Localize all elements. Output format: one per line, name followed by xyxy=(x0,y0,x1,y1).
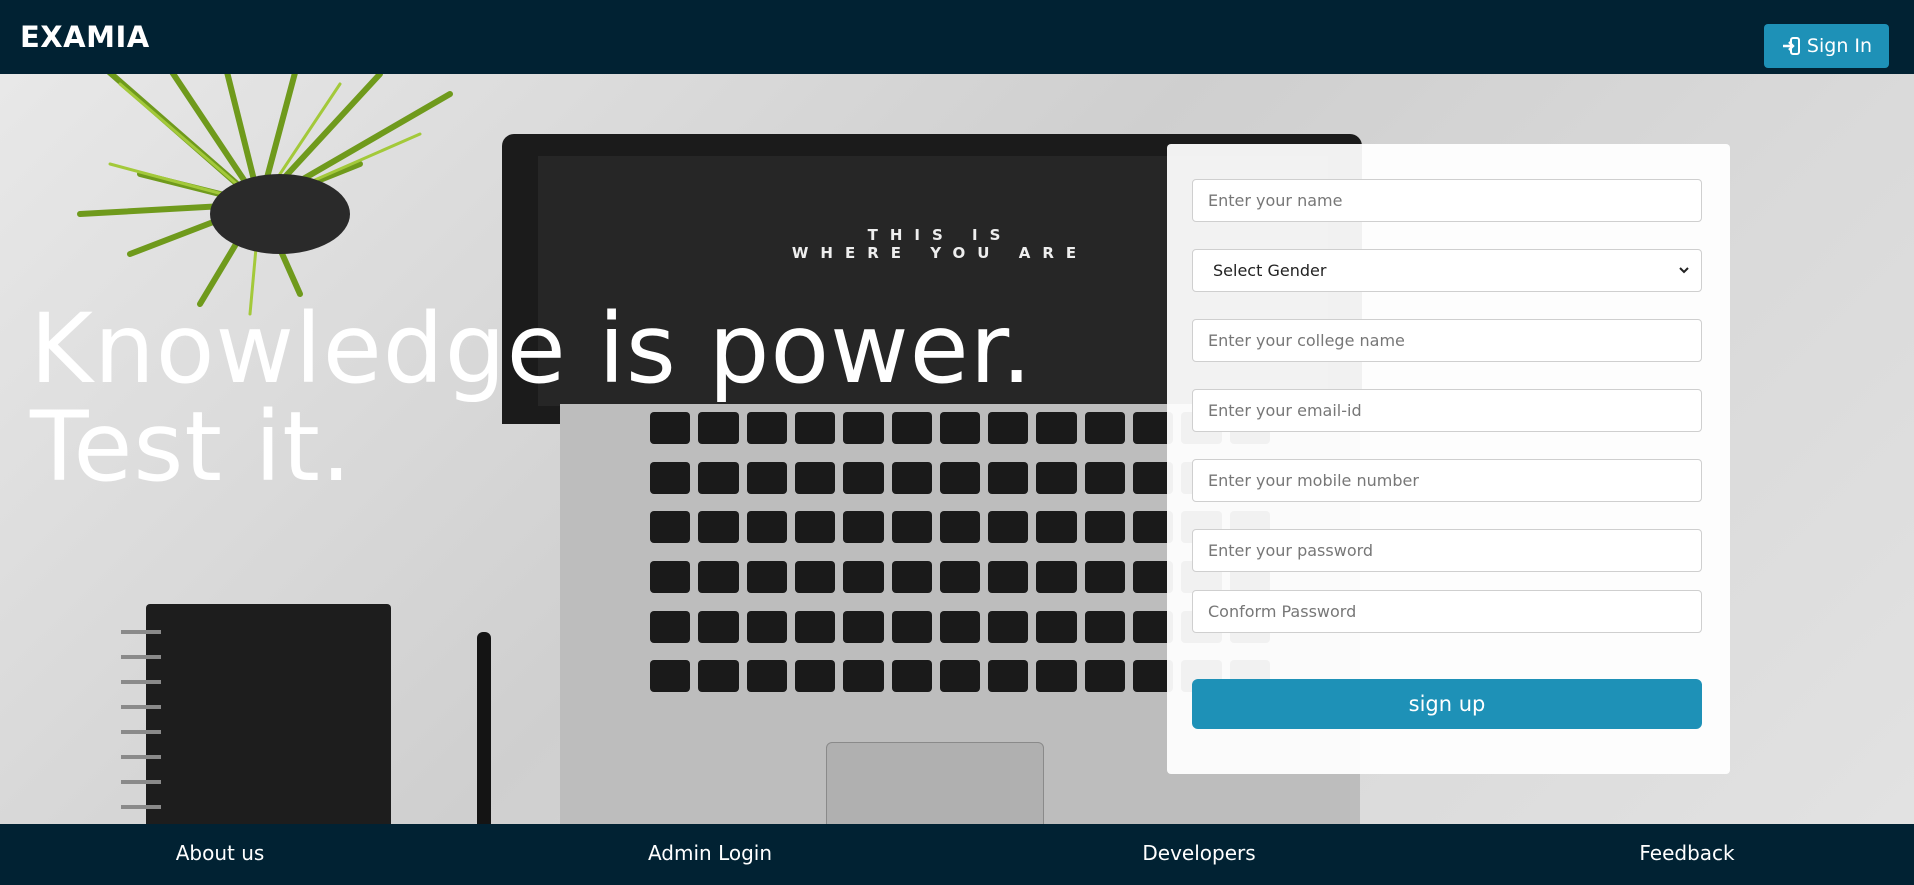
footer-link-about-us[interactable]: About us xyxy=(70,841,370,865)
gender-select-wrap: Select Gender xyxy=(1192,249,1702,292)
top-navbar: EXAMIA Sign In xyxy=(0,0,1914,74)
sign-in-icon xyxy=(1782,37,1800,55)
password-input[interactable] xyxy=(1192,529,1702,572)
headline-line1: Knowledge is power. xyxy=(30,293,1033,405)
footer-link-developers[interactable]: Developers xyxy=(1049,841,1349,865)
headline-line2: Test it. xyxy=(30,391,353,503)
screen-text-line2: WHERE YOU ARE xyxy=(791,244,1089,262)
notebook-image xyxy=(146,604,391,824)
footer-bar: About us Admin Login Developers Feedback xyxy=(0,824,1914,885)
sign-in-label: Sign In xyxy=(1806,35,1873,57)
mobile-input[interactable] xyxy=(1192,459,1702,502)
footer-link-admin-login[interactable]: Admin Login xyxy=(560,841,860,865)
college-input[interactable] xyxy=(1192,319,1702,362)
brand-logo[interactable]: EXAMIA xyxy=(20,20,150,54)
pen-image xyxy=(477,632,491,824)
hero-headline: Knowledge is power. Test it. xyxy=(30,300,1033,496)
notebook-spiral xyxy=(121,630,161,809)
name-input[interactable] xyxy=(1192,179,1702,222)
laptop-screen-text: THIS IS WHERE YOU ARE xyxy=(740,226,1140,262)
confirm-password-input[interactable] xyxy=(1192,590,1702,633)
signup-button[interactable]: sign up xyxy=(1192,679,1702,729)
email-input[interactable] xyxy=(1192,389,1702,432)
screen-text-line1: THIS IS xyxy=(867,226,1013,244)
sign-in-button[interactable]: Sign In xyxy=(1764,24,1889,68)
laptop-trackpad xyxy=(826,742,1044,824)
gender-select[interactable]: Select Gender xyxy=(1192,249,1702,292)
signup-form: Select Gender sign up xyxy=(1167,144,1730,774)
footer-link-feedback[interactable]: Feedback xyxy=(1537,841,1837,865)
